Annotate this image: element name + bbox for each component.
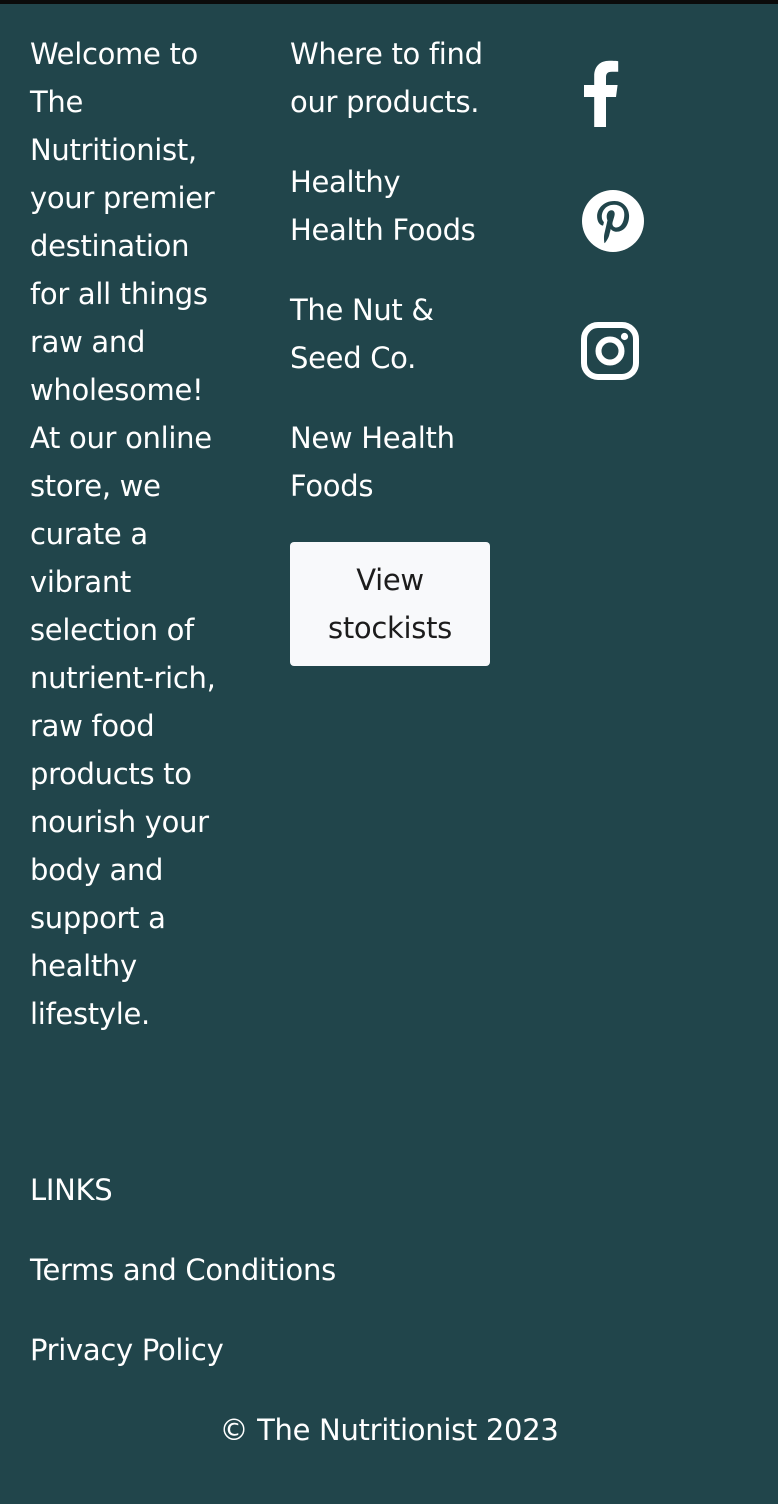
pinterest-link[interactable] [580, 188, 646, 254]
copyright: © The Nutritionist 2023 [219, 1413, 559, 1447]
stockists-column: Where to find our products. Healthy Heal… [290, 30, 490, 666]
terms-and-conditions-link[interactable]: Terms and Conditions [30, 1246, 336, 1294]
view-stockists-button[interactable]: View stockists [290, 542, 490, 666]
facebook-icon [580, 59, 620, 127]
stockist-link-nut-and-seed-co[interactable]: The Nut & Seed Co. [290, 286, 490, 382]
stockist-link-healthy-health-foods[interactable]: Healthy Health Foods [290, 158, 490, 254]
instagram-link[interactable] [580, 318, 646, 384]
stockists-heading: Where to find our products. [290, 37, 483, 119]
instagram-icon [580, 321, 640, 381]
pinterest-icon [580, 188, 646, 254]
links-heading: LINKS [30, 1173, 113, 1207]
stockist-link-new-health-foods[interactable]: New Health Foods [290, 414, 490, 510]
facebook-link[interactable] [580, 59, 646, 127]
top-border [0, 0, 778, 4]
about-text: Welcome to The Nutritionist, your premie… [30, 37, 216, 1031]
privacy-policy-link[interactable]: Privacy Policy [30, 1326, 224, 1374]
